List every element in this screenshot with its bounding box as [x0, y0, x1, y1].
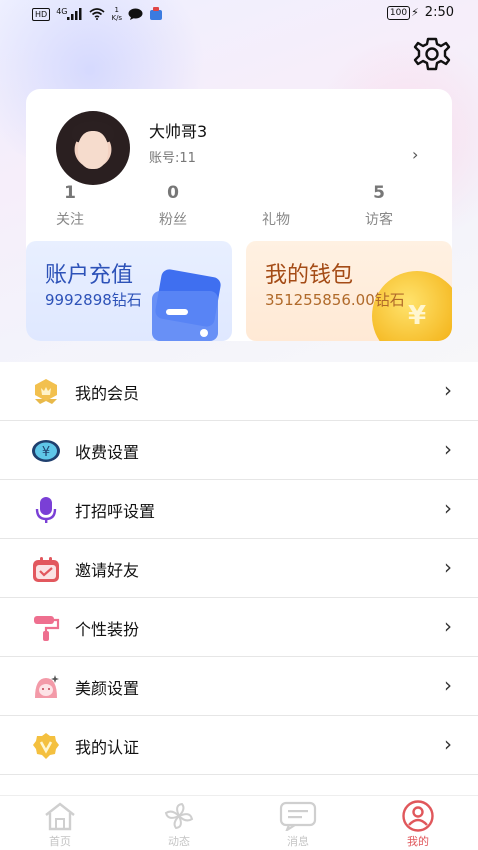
stat-value: 5: [373, 183, 385, 203]
recharge-balance: 9992898钻石: [45, 291, 142, 309]
invite-calendar-icon: [31, 554, 61, 584]
pinwheel-icon: [139, 800, 219, 832]
stat-label: 关注: [56, 212, 84, 228]
nav-messages[interactable]: 消息: [258, 800, 338, 849]
menu-label: 美颜设置: [75, 679, 140, 698]
nav-label: 首页: [49, 835, 71, 848]
app-notification-icon: [150, 7, 163, 20]
status-bar: HD 4G 1 K/s 100 ⚡ 2:50: [0, 0, 478, 28]
user-name: 大帅哥3: [149, 122, 208, 141]
stat-value: [241, 183, 311, 207]
wallet-title: 我的钱包: [265, 263, 354, 288]
menu-label: 我的会员: [75, 384, 140, 403]
nav-label: 动态: [168, 835, 190, 848]
stat-value: 0: [167, 183, 179, 203]
menu-list: 我的会员 › ¥ 收费设置 › 打招呼设置 › 邀请好友 › 个性装扮 › 美颜…: [0, 362, 478, 834]
message-icon: [258, 800, 338, 832]
stat-visitors[interactable]: 5 访客: [344, 183, 414, 229]
menu-label: 个性装扮: [75, 620, 140, 639]
hd-indicator: HD: [32, 7, 51, 21]
chevron-right-icon: ›: [444, 378, 452, 402]
settings-button[interactable]: [410, 34, 454, 74]
status-left: HD 4G 1 K/s: [32, 6, 163, 22]
menu-item-vip[interactable]: 我的会员 ›: [0, 362, 478, 421]
stat-label: 粉丝: [159, 212, 187, 228]
net-speed: 1 K/s: [111, 6, 123, 22]
chevron-right-icon: ›: [444, 614, 452, 638]
chevron-right-icon: ›: [444, 437, 452, 461]
recharge-card[interactable]: 账户充值 9992898钻石: [26, 241, 232, 341]
chevron-right-icon: ›: [444, 496, 452, 520]
menu-item-decoration[interactable]: 个性装扮 ›: [0, 598, 478, 657]
stat-gifts[interactable]: 礼物: [241, 183, 311, 229]
account-id: 账号:11: [149, 151, 196, 166]
bottom-navigation: 首页 动态 消息 我的: [0, 795, 478, 850]
avatar[interactable]: [56, 111, 130, 185]
battery-indicator: 100: [386, 5, 411, 20]
menu-label: 我的认证: [75, 738, 140, 757]
clock: 2:50: [424, 5, 454, 20]
nav-label: 我的: [407, 835, 429, 848]
gear-icon: [413, 37, 451, 71]
wallet-balance: 351255856.00钻石: [265, 291, 405, 309]
menu-item-beauty-settings[interactable]: 美颜设置 ›: [0, 657, 478, 716]
wifi-icon: [89, 8, 106, 20]
vip-badge-icon: [31, 377, 61, 407]
menu-item-invite-friends[interactable]: 邀请好友 ›: [0, 539, 478, 598]
nav-home[interactable]: 首页: [20, 800, 100, 849]
stat-value: 1: [64, 183, 76, 203]
chevron-right-icon: ›: [444, 555, 452, 579]
menu-item-verification[interactable]: 我的认证 ›: [0, 716, 478, 775]
status-right: 100 ⚡ 2:50: [386, 5, 454, 20]
profile-card: 大帅哥3 账号:11 › 1 关注 0 粉丝 礼物 5 访客 账户充值 9992…: [26, 89, 452, 341]
nav-moments[interactable]: 动态: [139, 800, 219, 849]
menu-item-greeting-settings[interactable]: 打招呼设置 ›: [0, 480, 478, 539]
paint-roller-icon: [31, 613, 61, 643]
verified-badge-icon: [31, 731, 61, 761]
menu-item-fee-settings[interactable]: ¥ 收费设置 ›: [0, 421, 478, 480]
chevron-right-icon: ›: [444, 732, 452, 756]
nav-label: 消息: [287, 835, 309, 848]
stat-fans[interactable]: 0 粉丝: [138, 183, 208, 229]
menu-label: 收费设置: [75, 443, 140, 462]
beauty-face-icon: [31, 672, 61, 702]
menu-label: 打招呼设置: [75, 502, 156, 521]
nav-mine[interactable]: 我的: [378, 800, 458, 849]
microphone-icon: [31, 495, 61, 525]
chat-bubble-icon: [128, 8, 143, 20]
svg-text:¥: ¥: [42, 445, 50, 460]
network-type: 4G: [56, 6, 68, 16]
profile-icon: [378, 800, 458, 832]
signal-icon: [67, 8, 82, 20]
yen-coin-icon: ¥: [31, 436, 61, 466]
home-icon: [20, 800, 100, 832]
wallet-card[interactable]: ¥ 我的钱包 351255856.00钻石: [246, 241, 452, 341]
charging-icon: ⚡: [411, 6, 419, 19]
stat-following[interactable]: 1 关注: [35, 183, 105, 229]
menu-label: 邀请好友: [75, 561, 140, 580]
stat-label: 访客: [365, 212, 393, 228]
profile-chevron-icon[interactable]: ›: [412, 145, 418, 164]
recharge-title: 账户充值: [45, 263, 134, 288]
stat-label: 礼物: [262, 212, 290, 228]
chevron-right-icon: ›: [444, 673, 452, 697]
stats-row: 1 关注 0 粉丝 礼物 5 访客: [26, 183, 452, 235]
